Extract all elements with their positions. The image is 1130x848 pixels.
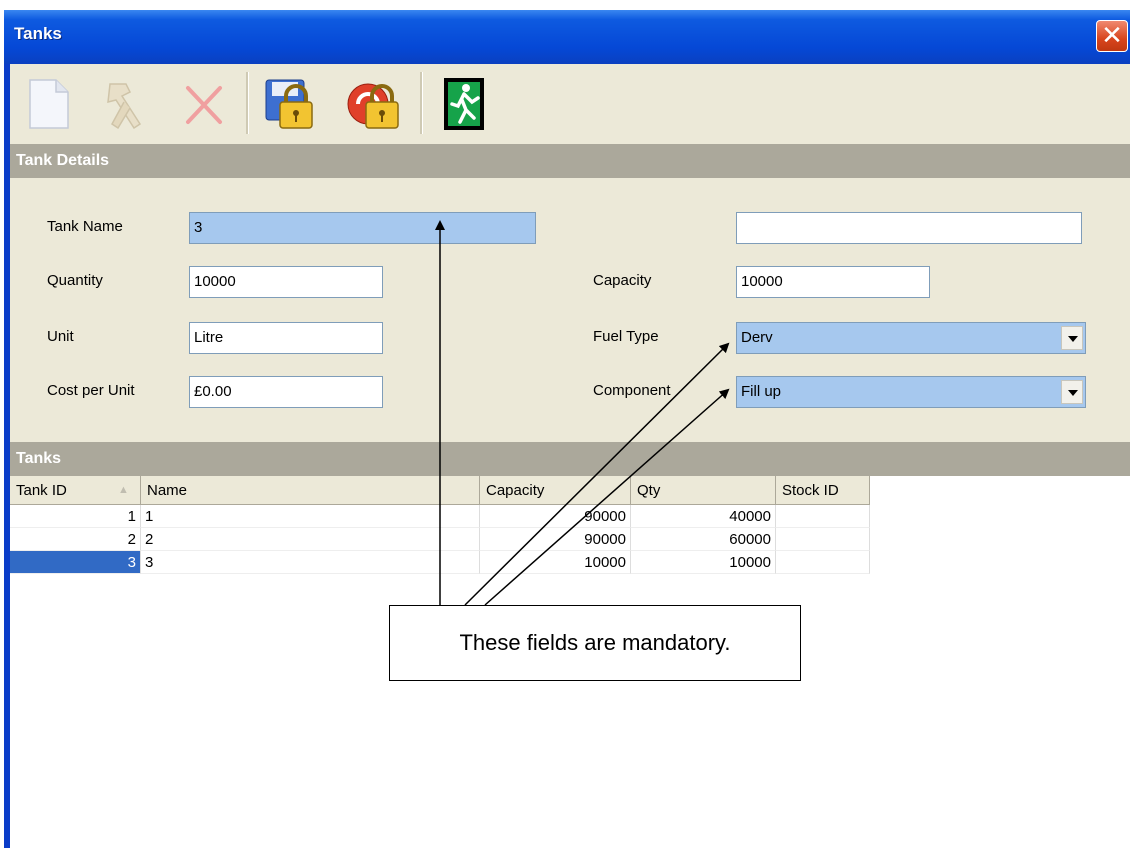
chevron-down-icon[interactable] bbox=[1061, 380, 1083, 404]
exit-button[interactable] bbox=[438, 74, 494, 132]
delete-button[interactable] bbox=[176, 74, 232, 132]
chevron-down-icon[interactable] bbox=[1061, 326, 1083, 350]
title-bar[interactable]: Tanks ✕ bbox=[4, 10, 1130, 64]
cost-per-unit-label: Cost per Unit bbox=[47, 382, 135, 399]
tank-details-form: Tank Name 3 Quantity 10000 Capacity 1000… bbox=[10, 178, 1130, 442]
extra-input[interactable] bbox=[736, 212, 1082, 244]
save-button[interactable] bbox=[262, 74, 318, 132]
toolbar-separator bbox=[420, 72, 423, 134]
table-cell[interactable]: 10000 bbox=[631, 551, 776, 574]
unit-input[interactable]: Litre bbox=[189, 322, 383, 354]
table-cell[interactable] bbox=[776, 551, 870, 574]
table-cell[interactable]: 90000 bbox=[480, 528, 631, 551]
cancel-lock-icon bbox=[347, 83, 399, 129]
table-cell[interactable]: 60000 bbox=[631, 528, 776, 551]
tools-icon bbox=[107, 83, 142, 130]
close-icon: ✕ bbox=[1101, 20, 1123, 50]
unit-label: Unit bbox=[47, 328, 74, 345]
column-header-capacity[interactable]: Capacity bbox=[480, 476, 631, 505]
delete-icon bbox=[186, 86, 222, 124]
table-cell[interactable]: 90000 bbox=[480, 505, 631, 528]
fuel-type-select[interactable]: Derv bbox=[736, 322, 1086, 354]
exit-icon bbox=[444, 78, 484, 130]
table-cell[interactable] bbox=[776, 528, 870, 551]
toolbar-separator bbox=[246, 72, 249, 134]
new-document-icon bbox=[29, 79, 69, 129]
tank-name-input[interactable]: 3 bbox=[189, 212, 536, 244]
window: Tanks ✕ Tank Details Tank Name 3 Quantit… bbox=[4, 10, 1130, 848]
close-button[interactable]: ✕ bbox=[1096, 20, 1128, 52]
column-header-qty[interactable]: Qty bbox=[631, 476, 776, 505]
component-label: Component bbox=[593, 382, 671, 399]
component-value: Fill up bbox=[741, 383, 782, 400]
capacity-label: Capacity bbox=[593, 272, 652, 289]
new-button[interactable] bbox=[22, 74, 78, 132]
table-cell[interactable]: 2 bbox=[141, 528, 480, 551]
window-title: Tanks bbox=[14, 24, 62, 43]
annotation-callout: These fields are mandatory. bbox=[389, 605, 801, 681]
cost-per-unit-input[interactable]: £0.00 bbox=[189, 376, 383, 408]
tanks-header: Tanks bbox=[10, 442, 1130, 476]
column-header-stock-id[interactable]: Stock ID bbox=[776, 476, 870, 505]
table-cell[interactable]: 40000 bbox=[631, 505, 776, 528]
capacity-input[interactable]: 10000 bbox=[736, 266, 930, 298]
tank-details-header: Tank Details bbox=[10, 144, 1130, 178]
fuel-type-value: Derv bbox=[741, 329, 773, 346]
sort-ascending-icon: ▲ bbox=[118, 484, 129, 496]
toolbar bbox=[10, 64, 1130, 145]
quantity-input[interactable]: 10000 bbox=[189, 266, 383, 298]
table-cell[interactable]: 2 bbox=[10, 528, 141, 551]
tank-name-label: Tank Name bbox=[47, 218, 123, 235]
edit-button[interactable] bbox=[96, 74, 152, 132]
column-header-tank-id[interactable]: Tank ID ▲ bbox=[10, 476, 141, 505]
table-cell[interactable]: 3 bbox=[141, 551, 480, 574]
window-client: Tank Details Tank Name 3 Quantity 10000 … bbox=[10, 64, 1130, 848]
cancel-button[interactable] bbox=[346, 74, 402, 132]
table-cell[interactable] bbox=[776, 505, 870, 528]
fuel-type-label: Fuel Type bbox=[593, 328, 659, 345]
save-lock-icon bbox=[265, 79, 313, 129]
column-header-name[interactable]: Name bbox=[141, 476, 480, 505]
quantity-label: Quantity bbox=[47, 272, 103, 289]
table-cell[interactable]: 1 bbox=[10, 505, 141, 528]
table-cell[interactable]: 10000 bbox=[480, 551, 631, 574]
table-cell[interactable]: 1 bbox=[141, 505, 480, 528]
table-cell-selected[interactable]: 3 bbox=[10, 551, 141, 574]
component-select[interactable]: Fill up bbox=[736, 376, 1086, 408]
